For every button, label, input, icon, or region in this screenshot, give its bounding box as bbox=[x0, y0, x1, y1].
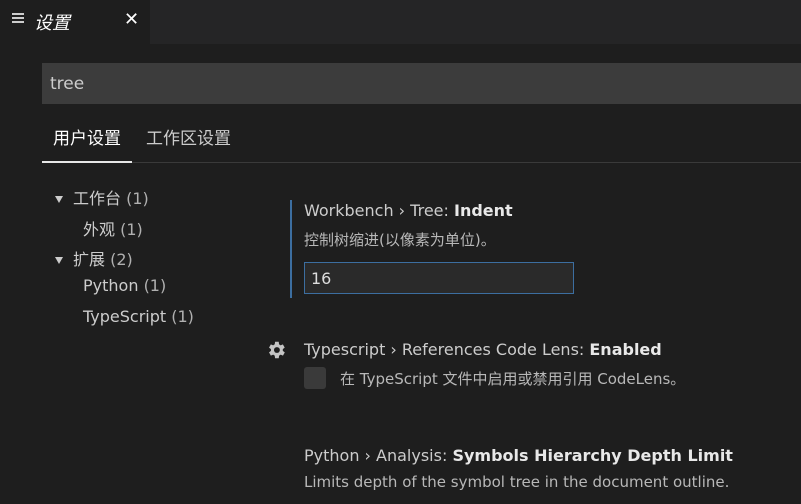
setting-title: Python › Analysis: Symbols Hierarchy Dep… bbox=[304, 446, 733, 465]
settings-search bbox=[42, 63, 801, 104]
settings-list-icon bbox=[12, 13, 24, 27]
settings-tab[interactable]: 设置 ✕ bbox=[0, 0, 150, 44]
toc-label: TypeScript bbox=[83, 307, 167, 326]
setting-title: Workbench › Tree: Indent bbox=[304, 201, 513, 220]
editor-tab-bar: 设置 ✕ bbox=[0, 0, 801, 44]
toc-count: (1) bbox=[171, 307, 194, 326]
setting-description: Limits depth of the symbol tree in the d… bbox=[304, 473, 730, 491]
toc-count: (1) bbox=[120, 220, 143, 239]
tree-indent-input[interactable] bbox=[304, 262, 574, 294]
close-icon[interactable]: ✕ bbox=[124, 9, 139, 30]
tab-workspace-settings[interactable]: 工作区设置 bbox=[146, 127, 231, 161]
setting-name: Indent bbox=[453, 201, 513, 220]
expand-triangle-icon bbox=[55, 196, 63, 203]
toc-item-appearance[interactable]: 外观 (1) bbox=[83, 216, 143, 240]
toc-item-typescript[interactable]: TypeScript (1) bbox=[83, 307, 194, 326]
toc-count: (1) bbox=[126, 189, 149, 208]
codelens-enabled-checkbox[interactable] bbox=[304, 367, 326, 389]
setting-title: Typescript › References Code Lens: Enabl… bbox=[304, 340, 662, 359]
expand-triangle-icon bbox=[55, 257, 63, 264]
toc-count: (1) bbox=[143, 276, 167, 295]
gear-icon[interactable] bbox=[265, 339, 287, 361]
tab-title: 设置 bbox=[34, 13, 70, 34]
toc-item-extensions[interactable]: 扩展 (2) bbox=[55, 246, 133, 270]
setting-category: Python › Analysis: bbox=[304, 446, 453, 465]
toc-label: 外观 bbox=[83, 220, 116, 239]
setting-category: Workbench › Tree: bbox=[304, 201, 454, 220]
setting-name: Symbols Hierarchy Depth Limit bbox=[452, 446, 733, 465]
scope-tabs: 用户设置 工作区设置 bbox=[42, 127, 801, 163]
setting-category: Typescript › References Code Lens: bbox=[304, 340, 590, 359]
toc-label: 扩展 bbox=[73, 250, 106, 269]
setting-description: 在 TypeScript 文件中启用或禁用引用 CodeLens。 bbox=[340, 370, 686, 388]
setting-name: Enabled bbox=[589, 340, 662, 359]
toc-label: 工作台 bbox=[73, 189, 122, 208]
toc-count: (2) bbox=[110, 250, 133, 269]
setting-description: 控制树缩进(以像素为单位)。 bbox=[304, 231, 496, 249]
toc-item-workbench[interactable]: 工作台 (1) bbox=[55, 185, 149, 209]
toc-item-python[interactable]: Python (1) bbox=[83, 276, 166, 295]
search-input[interactable] bbox=[50, 63, 793, 104]
tab-user-settings[interactable]: 用户设置 bbox=[42, 127, 132, 163]
toc-label: Python bbox=[83, 276, 139, 295]
